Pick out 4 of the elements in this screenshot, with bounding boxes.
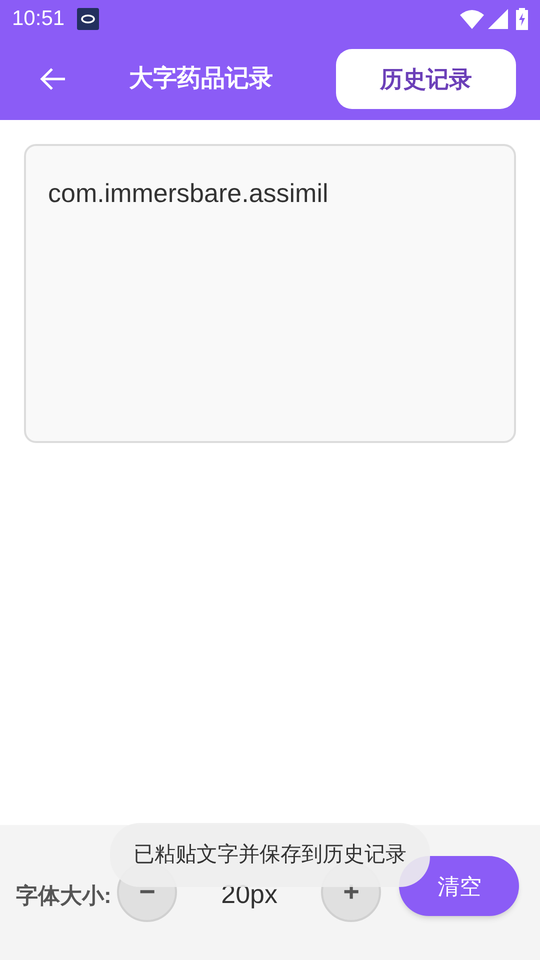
toast: 已粘贴文字并保存到历史记录 (110, 823, 430, 887)
page-title: 大字药品记录 (129, 64, 273, 94)
font-size-label: 字体大小: (16, 882, 112, 910)
status-time: 10:51 (12, 6, 65, 32)
